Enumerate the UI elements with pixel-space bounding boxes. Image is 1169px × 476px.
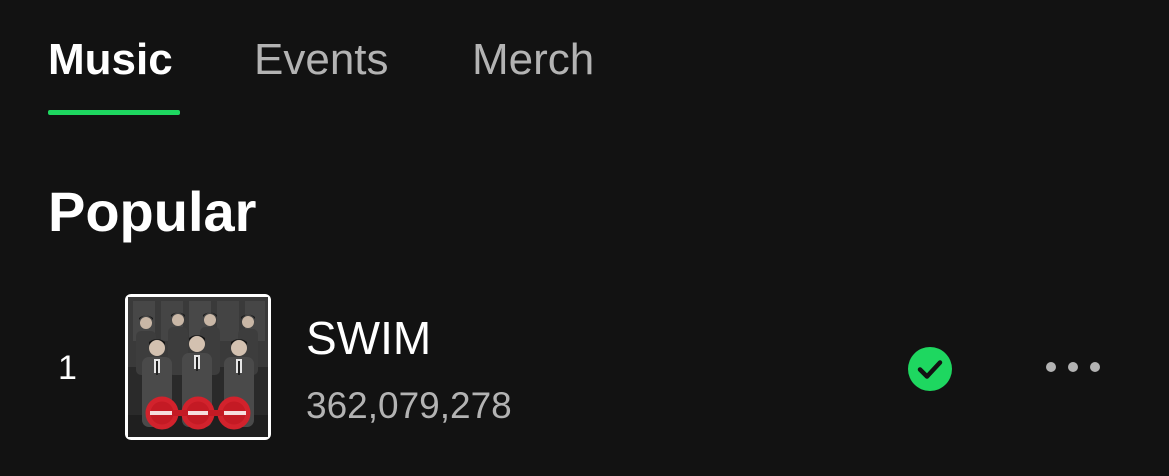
- more-options-icon[interactable]: [1040, 354, 1106, 380]
- album-cover: [125, 294, 271, 440]
- track-row[interactable]: 1 SWIM 362,079,278: [0, 292, 1169, 442]
- track-play-count: 362,079,278: [306, 385, 512, 426]
- tab-merch[interactable]: Merch: [472, 30, 594, 90]
- track-title[interactable]: SWIM: [306, 312, 431, 364]
- active-tab-indicator: [48, 110, 180, 115]
- check-circle-icon[interactable]: [907, 346, 953, 392]
- tab-events[interactable]: Events: [254, 30, 389, 90]
- section-title: Popular: [48, 180, 257, 243]
- tab-music[interactable]: Music: [48, 30, 173, 90]
- track-number: 1: [58, 349, 77, 387]
- album-cover-image: [128, 297, 268, 437]
